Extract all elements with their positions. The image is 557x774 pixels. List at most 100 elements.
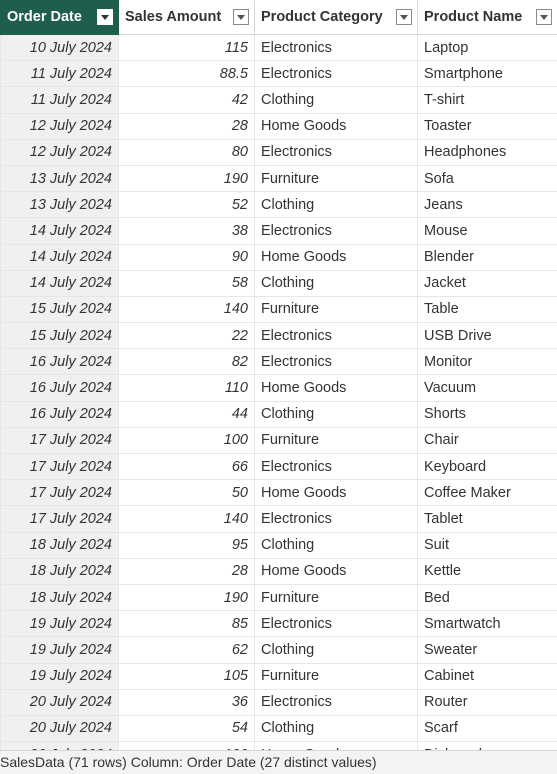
table-row[interactable]: 19 July 202462ClothingSweater xyxy=(1,637,557,663)
product-category-cell[interactable]: Home Goods xyxy=(255,113,418,139)
sales-amount-cell[interactable]: 190 xyxy=(119,584,255,610)
product-category-cell[interactable]: Electronics xyxy=(255,218,418,244)
sales-amount-cell[interactable]: 110 xyxy=(119,375,255,401)
product-category-cell[interactable]: Clothing xyxy=(255,192,418,218)
sales-amount-cell[interactable]: 80 xyxy=(119,139,255,165)
product-category-cell[interactable]: Clothing xyxy=(255,637,418,663)
order-date-cell[interactable]: 18 July 2024 xyxy=(1,584,119,610)
order-date-cell[interactable]: 13 July 2024 xyxy=(1,192,119,218)
column-header-product-name[interactable]: Product Name xyxy=(418,0,557,35)
table-row[interactable]: 11 July 202442ClothingT-shirt xyxy=(1,87,557,113)
sales-amount-cell[interactable]: 105 xyxy=(119,663,255,689)
product-category-cell[interactable]: Home Goods xyxy=(255,742,418,750)
table-row[interactable]: 14 July 202490Home GoodsBlender xyxy=(1,244,557,270)
order-date-cell[interactable]: 14 July 2024 xyxy=(1,244,119,270)
order-date-cell[interactable]: 19 July 2024 xyxy=(1,611,119,637)
product-name-cell[interactable]: Scarf xyxy=(418,715,557,741)
product-name-cell[interactable]: Bed xyxy=(418,584,557,610)
order-date-cell[interactable]: 16 July 2024 xyxy=(1,375,119,401)
table-row[interactable]: 18 July 2024190FurnitureBed xyxy=(1,584,557,610)
order-date-cell[interactable]: 17 July 2024 xyxy=(1,427,119,453)
sales-amount-cell[interactable]: 36 xyxy=(119,689,255,715)
sales-amount-cell[interactable]: 66 xyxy=(119,454,255,480)
product-name-cell[interactable]: Router xyxy=(418,689,557,715)
order-date-cell[interactable]: 11 July 2024 xyxy=(1,61,119,87)
order-date-cell[interactable]: 15 July 2024 xyxy=(1,296,119,322)
product-category-cell[interactable]: Electronics xyxy=(255,323,418,349)
product-name-cell[interactable]: Table xyxy=(418,296,557,322)
table-row[interactable]: 15 July 2024140FurnitureTable xyxy=(1,296,557,322)
product-category-cell[interactable]: Electronics xyxy=(255,349,418,375)
table-row[interactable]: 17 July 202450Home GoodsCoffee Maker xyxy=(1,480,557,506)
table-row[interactable]: 17 July 2024100FurnitureChair xyxy=(1,427,557,453)
table-row[interactable]: 11 July 202488.5ElectronicsSmartphone xyxy=(1,61,557,87)
column-header-sales-amount[interactable]: Sales Amount xyxy=(119,0,255,35)
product-name-cell[interactable]: Dishwasher xyxy=(418,742,557,750)
product-category-cell[interactable]: Electronics xyxy=(255,61,418,87)
table-row[interactable]: 12 July 202480ElectronicsHeadphones xyxy=(1,139,557,165)
product-name-cell[interactable]: Keyboard xyxy=(418,454,557,480)
table-row[interactable]: 16 July 202444ClothingShorts xyxy=(1,401,557,427)
sales-amount-cell[interactable]: 28 xyxy=(119,558,255,584)
column-header-order-date[interactable]: Order Date xyxy=(1,0,119,35)
product-category-cell[interactable]: Clothing xyxy=(255,401,418,427)
filter-dropdown-icon[interactable] xyxy=(536,9,552,25)
product-category-cell[interactable]: Home Goods xyxy=(255,244,418,270)
sales-amount-cell[interactable]: 82 xyxy=(119,349,255,375)
order-date-cell[interactable]: 16 July 2024 xyxy=(1,349,119,375)
sales-amount-cell[interactable]: 62 xyxy=(119,637,255,663)
filter-dropdown-icon[interactable] xyxy=(233,9,249,25)
table-row[interactable]: 18 July 202495ClothingSuit xyxy=(1,532,557,558)
product-category-cell[interactable]: Electronics xyxy=(255,689,418,715)
product-name-cell[interactable]: Jacket xyxy=(418,270,557,296)
table-row[interactable]: 20 July 202454ClothingScarf xyxy=(1,715,557,741)
product-name-cell[interactable]: Vacuum xyxy=(418,375,557,401)
order-date-cell[interactable]: 12 July 2024 xyxy=(1,139,119,165)
product-category-cell[interactable]: Clothing xyxy=(255,270,418,296)
sales-amount-cell[interactable]: 58 xyxy=(119,270,255,296)
table-row[interactable]: 17 July 202466ElectronicsKeyboard xyxy=(1,454,557,480)
product-category-cell[interactable]: Electronics xyxy=(255,611,418,637)
product-name-cell[interactable]: Sofa xyxy=(418,165,557,191)
sales-amount-cell[interactable]: 88.5 xyxy=(119,61,255,87)
product-category-cell[interactable]: Electronics xyxy=(255,454,418,480)
column-header-product-category[interactable]: Product Category xyxy=(255,0,418,35)
sales-amount-cell[interactable]: 85 xyxy=(119,611,255,637)
order-date-cell[interactable]: 19 July 2024 xyxy=(1,637,119,663)
table-row[interactable]: 14 July 202458ClothingJacket xyxy=(1,270,557,296)
table-row[interactable]: 20 July 202436ElectronicsRouter xyxy=(1,689,557,715)
order-date-cell[interactable]: 17 July 2024 xyxy=(1,454,119,480)
table-row[interactable]: 20 July 2024120Home GoodsDishwasher xyxy=(1,742,557,750)
product-name-cell[interactable]: Smartphone xyxy=(418,61,557,87)
sales-amount-cell[interactable]: 42 xyxy=(119,87,255,113)
product-category-cell[interactable]: Electronics xyxy=(255,506,418,532)
product-category-cell[interactable]: Furniture xyxy=(255,663,418,689)
product-category-cell[interactable]: Home Goods xyxy=(255,480,418,506)
sales-amount-cell[interactable]: 38 xyxy=(119,218,255,244)
table-row[interactable]: 13 July 202452ClothingJeans xyxy=(1,192,557,218)
table-row[interactable]: 19 July 2024105FurnitureCabinet xyxy=(1,663,557,689)
order-date-cell[interactable]: 20 July 2024 xyxy=(1,742,119,750)
product-name-cell[interactable]: Suit xyxy=(418,532,557,558)
order-date-cell[interactable]: 18 July 2024 xyxy=(1,558,119,584)
order-date-cell[interactable]: 16 July 2024 xyxy=(1,401,119,427)
product-name-cell[interactable]: USB Drive xyxy=(418,323,557,349)
table-row[interactable]: 10 July 2024115ElectronicsLaptop xyxy=(1,35,557,61)
product-name-cell[interactable]: Smartwatch xyxy=(418,611,557,637)
product-name-cell[interactable]: Mouse xyxy=(418,218,557,244)
product-name-cell[interactable]: T-shirt xyxy=(418,87,557,113)
product-category-cell[interactable]: Home Goods xyxy=(255,558,418,584)
table-row[interactable]: 16 July 202482ElectronicsMonitor xyxy=(1,349,557,375)
table-row[interactable]: 12 July 202428Home GoodsToaster xyxy=(1,113,557,139)
order-date-cell[interactable]: 18 July 2024 xyxy=(1,532,119,558)
product-category-cell[interactable]: Clothing xyxy=(255,87,418,113)
sales-amount-cell[interactable]: 190 xyxy=(119,165,255,191)
table-row[interactable]: 16 July 2024110Home GoodsVacuum xyxy=(1,375,557,401)
sales-amount-cell[interactable]: 54 xyxy=(119,715,255,741)
product-name-cell[interactable]: Kettle xyxy=(418,558,557,584)
order-date-cell[interactable]: 14 July 2024 xyxy=(1,218,119,244)
product-category-cell[interactable]: Clothing xyxy=(255,532,418,558)
product-name-cell[interactable]: Jeans xyxy=(418,192,557,218)
table-row[interactable]: 17 July 2024140ElectronicsTablet xyxy=(1,506,557,532)
sales-amount-cell[interactable]: 52 xyxy=(119,192,255,218)
